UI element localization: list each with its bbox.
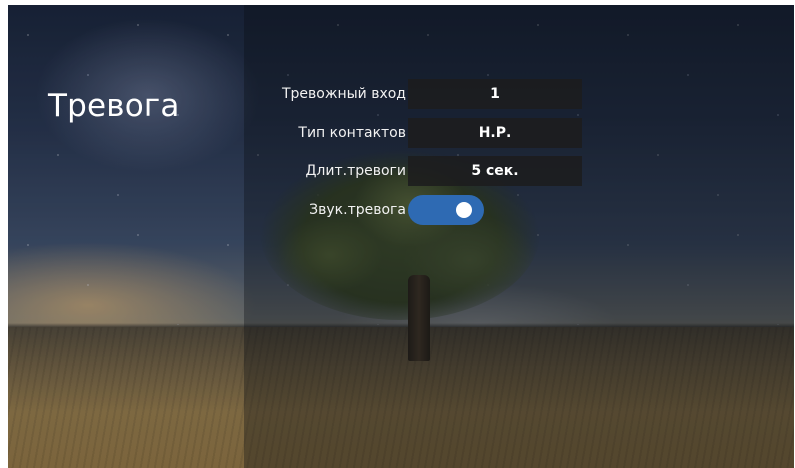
settings-panel xyxy=(244,5,794,468)
setting-row-alarm-sound: Звук.тревога xyxy=(254,195,590,225)
setting-row-alarm-input: Тревожный вход 1 xyxy=(254,79,590,109)
alarm-input-value[interactable]: 1 xyxy=(408,79,582,109)
contact-type-value[interactable]: Н.Р. xyxy=(408,118,582,148)
setting-row-alarm-duration: Длит.тревоги 5 сек. xyxy=(254,156,590,186)
alarm-settings-screen: Тревога Тревожный вход 1 Тип контактов Н… xyxy=(8,5,794,468)
alarm-duration-value[interactable]: 5 сек. xyxy=(408,156,582,186)
toggle-knob xyxy=(456,202,472,218)
alarm-input-label: Тревожный вход xyxy=(281,86,406,102)
setting-row-contact-type: Тип контактов Н.Р. xyxy=(254,118,590,148)
page-title: Тревога xyxy=(48,88,180,124)
title-panel: Тревога xyxy=(8,5,244,468)
alarm-duration-label: Длит.тревоги xyxy=(305,163,406,179)
alarm-sound-label: Звук.тревога xyxy=(309,202,406,218)
contact-type-label: Тип контактов xyxy=(298,125,406,141)
alarm-sound-toggle[interactable] xyxy=(408,195,484,225)
